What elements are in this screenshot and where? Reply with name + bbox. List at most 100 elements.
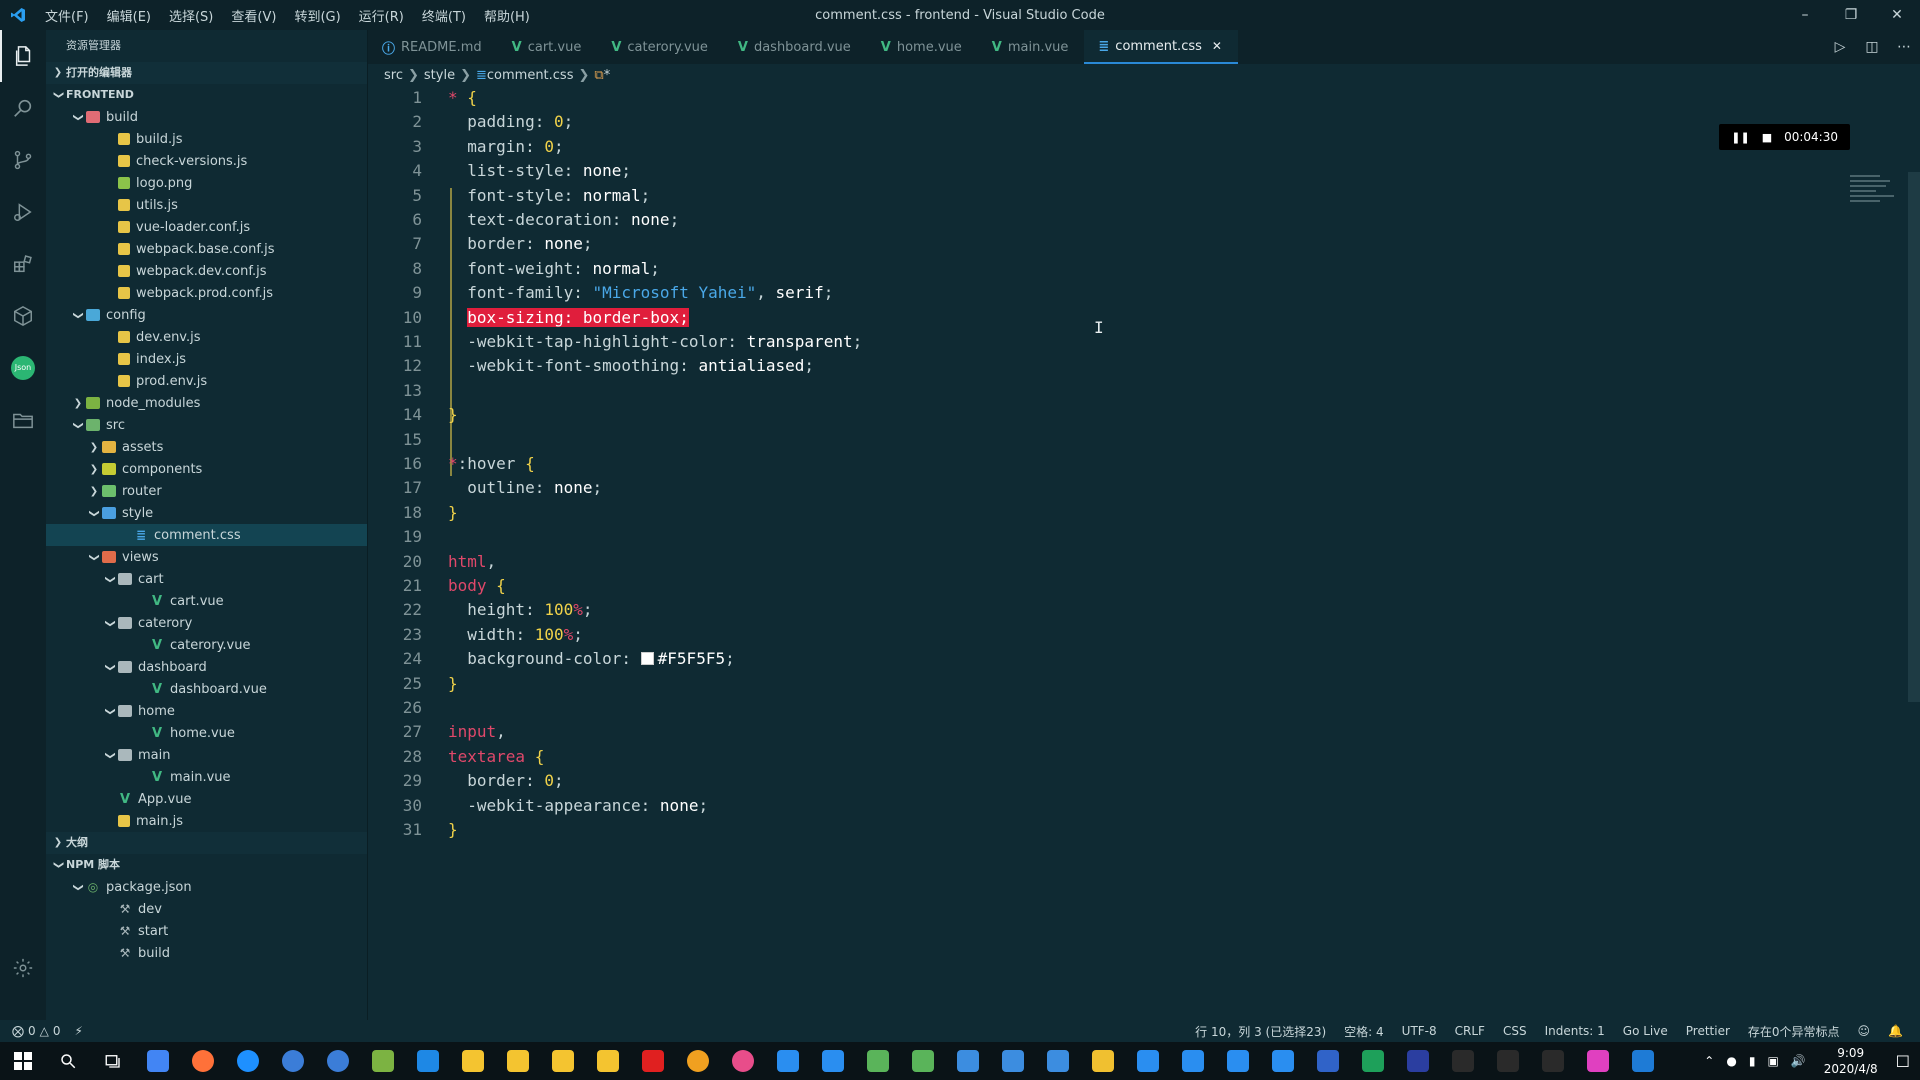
encoding[interactable]: UTF-8 bbox=[1402, 1024, 1437, 1038]
tab-home-vue[interactable]: Vhome.vue bbox=[867, 30, 978, 64]
menu-item-0[interactable]: 文件(F) bbox=[36, 6, 98, 25]
taskbar-app-icon[interactable] bbox=[1395, 1042, 1440, 1080]
tree-folder[interactable]: ❯ config bbox=[46, 304, 367, 326]
tree-file[interactable]: ⚒ build bbox=[46, 942, 367, 964]
taskbar-app-icon[interactable] bbox=[1035, 1042, 1080, 1080]
clock[interactable]: 9:09 2020/4/8 bbox=[1824, 1045, 1878, 1077]
tree-folder[interactable]: ❯ views bbox=[46, 546, 367, 568]
network-icon[interactable]: ▣ bbox=[1767, 1054, 1778, 1068]
tab-comment-css[interactable]: ≣ comment.css ✕ bbox=[1084, 30, 1238, 64]
taskbar-app-icon[interactable] bbox=[1260, 1042, 1305, 1080]
taskbar-app-icon[interactable] bbox=[1305, 1042, 1350, 1080]
tree-folder[interactable]: ❯ assets bbox=[46, 436, 367, 458]
taskbar-app-icon[interactable] bbox=[1440, 1042, 1485, 1080]
taskbar-app-icon[interactable] bbox=[675, 1042, 720, 1080]
menu-item-4[interactable]: 转到(G) bbox=[285, 6, 349, 25]
tree-folder[interactable]: ❯ cart bbox=[46, 568, 367, 590]
tree-file[interactable]: Vcaterory.vue bbox=[46, 634, 367, 656]
menu-item-7[interactable]: 帮助(H) bbox=[475, 6, 539, 25]
tree-file[interactable]: webpack.dev.conf.js bbox=[46, 260, 367, 282]
taskbar-app-icon[interactable] bbox=[405, 1042, 450, 1080]
breadcrumb-item[interactable]: src bbox=[384, 68, 403, 83]
menu-item-5[interactable]: 运行(R) bbox=[350, 6, 413, 25]
json-icon[interactable]: Json bbox=[0, 342, 46, 394]
task-view-icon[interactable] bbox=[90, 1042, 135, 1080]
feedback-icon[interactable]: ☺ bbox=[1858, 1024, 1871, 1038]
taskbar-app-icon[interactable] bbox=[990, 1042, 1035, 1080]
tree-folder[interactable]: ❯ build bbox=[46, 106, 367, 128]
prettier-status[interactable]: Prettier bbox=[1686, 1024, 1730, 1038]
go-live-button[interactable]: Go Live bbox=[1623, 1024, 1668, 1038]
taskbar-app-icon[interactable] bbox=[855, 1042, 900, 1080]
taskbar-app-icon[interactable] bbox=[1170, 1042, 1215, 1080]
run-debug-icon[interactable] bbox=[0, 186, 46, 238]
more-actions-icon[interactable]: ⋯ bbox=[1888, 39, 1920, 55]
taskbar-app-icon[interactable] bbox=[315, 1042, 360, 1080]
taskbar-app-icon[interactable] bbox=[1125, 1042, 1170, 1080]
tree-file[interactable]: Vcart.vue bbox=[46, 590, 367, 612]
tree-file[interactable]: Vhome.vue bbox=[46, 722, 367, 744]
tree-file[interactable]: build.js bbox=[46, 128, 367, 150]
settings-gear-icon[interactable] bbox=[0, 942, 46, 994]
restore-button[interactable]: ❐ bbox=[1828, 0, 1874, 30]
outline-section[interactable]: ❯ 大纲 bbox=[46, 832, 367, 854]
tab-cart-vue[interactable]: Vcart.vue bbox=[498, 30, 598, 64]
search-icon[interactable] bbox=[0, 82, 46, 134]
line-ending[interactable]: CRLF bbox=[1455, 1024, 1485, 1038]
taskbar-app-icon[interactable] bbox=[630, 1042, 675, 1080]
error-count[interactable]: 0 bbox=[28, 1024, 36, 1038]
tab-dashboard-vue[interactable]: Vdashboard.vue bbox=[724, 30, 867, 64]
tree-file[interactable]: main.js bbox=[46, 810, 367, 832]
taskbar-search-icon[interactable] bbox=[45, 1042, 90, 1080]
minimize-button[interactable]: – bbox=[1782, 0, 1828, 30]
taskbar-app-icon[interactable] bbox=[945, 1042, 990, 1080]
notifications-icon[interactable]: 🔔 bbox=[1888, 1024, 1903, 1038]
tree-file[interactable]: ⚒ start bbox=[46, 920, 367, 942]
tree-file[interactable]: V App.vue bbox=[46, 788, 367, 810]
package-icon[interactable] bbox=[0, 290, 46, 342]
tree-folder[interactable]: ❯ router bbox=[46, 480, 367, 502]
taskbar-app-icon[interactable] bbox=[585, 1042, 630, 1080]
tree-file[interactable]: ❯ ◎ package.json bbox=[46, 876, 367, 898]
folder-icon[interactable] bbox=[0, 394, 46, 446]
taskbar-app-icon[interactable] bbox=[900, 1042, 945, 1080]
error-icon[interactable]: ⨂ bbox=[12, 1024, 24, 1038]
taskbar-app-icon[interactable] bbox=[720, 1042, 765, 1080]
tree-file[interactable]: vue-loader.conf.js bbox=[46, 216, 367, 238]
tree-file[interactable]: index.js bbox=[46, 348, 367, 370]
minimap[interactable] bbox=[1850, 172, 1906, 232]
taskbar-app-icon[interactable] bbox=[1080, 1042, 1125, 1080]
project-section[interactable]: ❯ FRONTEND bbox=[46, 84, 367, 106]
tree-folder[interactable]: ❯ main bbox=[46, 744, 367, 766]
tab-README-md[interactable]: ⓘ README.md bbox=[368, 30, 498, 64]
tab-main-vue[interactable]: Vmain.vue bbox=[978, 30, 1085, 64]
taskbar-app-icon[interactable] bbox=[450, 1042, 495, 1080]
tree-file[interactable]: Vmain.vue bbox=[46, 766, 367, 788]
tree-file[interactable]: webpack.base.conf.js bbox=[46, 238, 367, 260]
taskbar-app-icon[interactable] bbox=[225, 1042, 270, 1080]
source-control-icon[interactable] bbox=[0, 134, 46, 186]
split-editor-icon[interactable]: ◫ bbox=[1856, 39, 1888, 55]
volume-icon[interactable]: 🔊 bbox=[1791, 1054, 1806, 1068]
tree-folder[interactable]: ❯ caterory bbox=[46, 612, 367, 634]
taskbar-app-icon[interactable] bbox=[1620, 1042, 1665, 1080]
pause-icon[interactable]: ❚❚ bbox=[1731, 131, 1749, 144]
taskbar-app-icon[interactable] bbox=[1215, 1042, 1260, 1080]
taskbar-app-icon[interactable] bbox=[135, 1042, 180, 1080]
tree-folder[interactable]: ❯ style bbox=[46, 502, 367, 524]
menu-item-1[interactable]: 编辑(E) bbox=[98, 6, 160, 25]
menu-item-2[interactable]: 选择(S) bbox=[160, 6, 222, 25]
code-editor[interactable]: 1 * {2 padding: 0; 3 margin: 0; 4 list-styl… bbox=[368, 86, 1920, 1020]
open-editors-section[interactable]: ❯ 打开的编辑器 bbox=[46, 62, 367, 84]
start-button[interactable] bbox=[0, 1042, 45, 1080]
tree-file[interactable]: check-versions.js bbox=[46, 150, 367, 172]
taskbar-app-icon[interactable] bbox=[1530, 1042, 1575, 1080]
tree-file[interactable]: dev.env.js bbox=[46, 326, 367, 348]
tray-chevron-icon[interactable]: ⌃ bbox=[1704, 1054, 1714, 1068]
close-tab-icon[interactable]: ✕ bbox=[1212, 39, 1222, 53]
tree-file[interactable]: prod.env.js bbox=[46, 370, 367, 392]
close-button[interactable]: ✕ bbox=[1874, 0, 1920, 30]
stop-icon[interactable]: ■ bbox=[1762, 131, 1772, 144]
tree-file[interactable]: ≣ comment.css bbox=[46, 524, 367, 546]
microphone-icon[interactable]: ● bbox=[1726, 1054, 1736, 1068]
